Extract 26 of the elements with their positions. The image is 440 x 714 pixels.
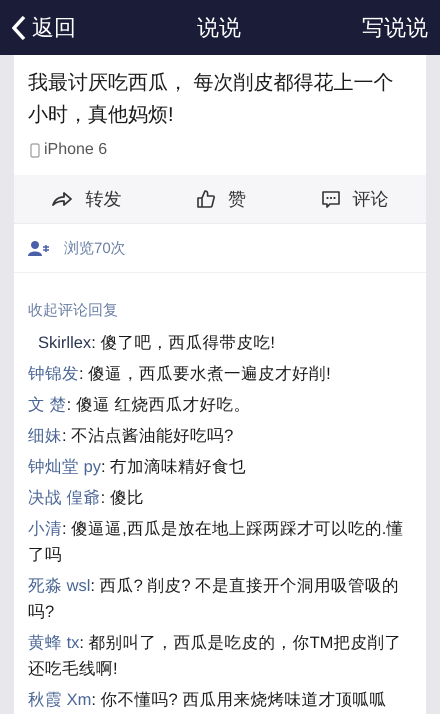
comment: 钟灿堂 py: 冇加滴味精好食乜 xyxy=(27,457,248,478)
view-count: 浏览70次 xyxy=(64,238,126,258)
device-label: iPhone 6 xyxy=(44,141,108,159)
like-button[interactable]: 赞 xyxy=(188,183,254,215)
comment: 秋霞 Xm: 你不懂吗? 西瓜用来烧烤味道才顶呱呱 xyxy=(27,690,388,711)
comment-bubble-icon xyxy=(320,190,341,208)
comment: 钟锦发: 傻逼，西瓜要水煮一遍皮才好削! xyxy=(27,364,332,385)
write-post-button[interactable]: 写说说 xyxy=(362,12,428,42)
phone-icon xyxy=(30,142,40,158)
comment-button[interactable]: 评论 xyxy=(312,183,397,215)
post-text: 我最讨厌吃西瓜， 每次削皮都得花上一个小时，真他妈烦! xyxy=(27,71,395,128)
comment: 细妹: 不沾点酱油能好吃吗? xyxy=(27,426,234,447)
comment: 死淼 wsl: 西瓜? 削皮? 不是直接开个洞用吸管吸的吗? xyxy=(27,576,400,623)
comment: 黄蜂 tx: 都别叫了，西瓜是吃皮的，你TM把皮削了还吃毛线啊! xyxy=(27,633,402,680)
page-title: 说说 xyxy=(197,14,241,42)
comment: Skirllex: 傻了吧，西瓜得带皮吃! xyxy=(37,333,276,354)
visitors-icon xyxy=(28,240,50,256)
share-button[interactable]: 转发 xyxy=(43,183,130,215)
back-icon xyxy=(12,14,26,40)
share-arrow-icon xyxy=(51,191,74,207)
comment: 文 楚: 傻逼 红烧西瓜才好吃。 xyxy=(27,395,252,416)
comment: 决战 偟爺: 傻比 xyxy=(27,488,145,509)
thumbs-up-icon xyxy=(196,189,216,209)
comment: 小清: 傻逼逼,西瓜是放在地上踩两踩才可以吃的.懂了吗 xyxy=(27,519,404,566)
back-button[interactable]: 返回 xyxy=(12,12,76,42)
collapse-comments-link[interactable]: 收起评论回复 xyxy=(28,301,118,320)
